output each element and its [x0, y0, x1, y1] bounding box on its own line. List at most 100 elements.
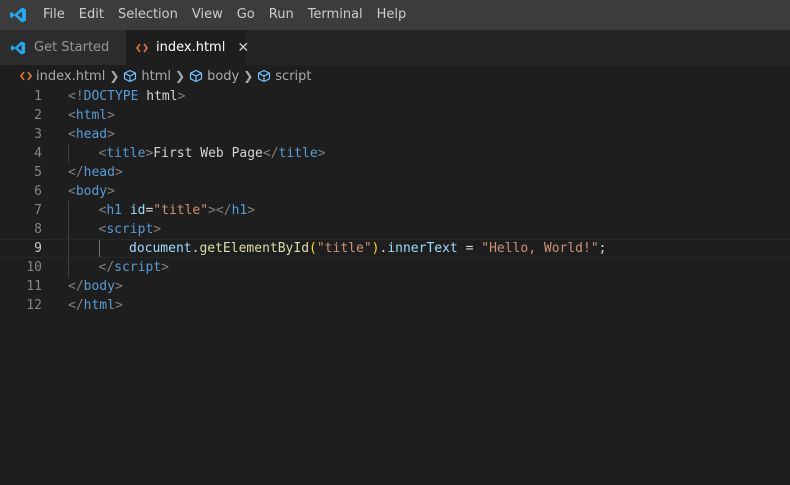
- code-token: body: [75, 184, 108, 199]
- code-text: <!DOCTYPE html>: [68, 87, 185, 106]
- code-token: <: [68, 108, 76, 123]
- element-cube-icon: [189, 69, 203, 83]
- code-token: </: [98, 260, 115, 275]
- menu-edit[interactable]: Edit: [72, 0, 111, 30]
- line-number: 4: [34, 146, 42, 161]
- menu-file[interactable]: File: [36, 0, 72, 30]
- tab-index-html[interactable]: index.html ✕: [126, 30, 249, 65]
- menu-bar: File Edit Selection View Go Run Terminal…: [0, 0, 790, 30]
- code-token: >: [247, 203, 256, 218]
- code-token: >: [177, 89, 186, 104]
- breadcrumb-label: index.html: [36, 68, 106, 84]
- menu-terminal[interactable]: Terminal: [301, 0, 370, 30]
- vscode-logo-icon: [10, 40, 26, 56]
- code-line[interactable]: 8 <script>: [0, 220, 790, 239]
- code-token: "title": [316, 241, 372, 256]
- code-text: </html>: [68, 296, 123, 315]
- code-token: html: [75, 108, 108, 123]
- tab-bar: Get Started index.html ✕: [0, 30, 790, 65]
- breadcrumb-item-script[interactable]: script: [257, 68, 312, 84]
- code-token: </: [262, 146, 279, 161]
- line-number: 6: [34, 184, 42, 199]
- code-line[interactable]: 4 <title>First Web Page</title>: [0, 144, 790, 163]
- indent-guide: [68, 144, 69, 163]
- code-token: script: [114, 260, 162, 275]
- menu-run[interactable]: Run: [262, 0, 301, 30]
- line-number: 1: [34, 89, 42, 104]
- code-token: title: [106, 146, 146, 161]
- line-number: 9: [34, 241, 42, 256]
- code-token: body: [83, 279, 115, 294]
- code-token: innerText: [387, 241, 458, 256]
- code-text: <head>: [68, 125, 115, 144]
- code-line[interactable]: 11 </body>: [0, 277, 790, 296]
- element-cube-icon: [123, 69, 137, 83]
- code-text: <script>: [99, 220, 162, 239]
- tab-get-started[interactable]: Get Started: [0, 30, 126, 65]
- code-token: >: [107, 127, 115, 142]
- code-token: h1: [106, 203, 130, 218]
- code-token: getElementById: [199, 241, 310, 256]
- line-number: 8: [34, 222, 42, 237]
- menu-selection[interactable]: Selection: [111, 0, 185, 30]
- code-token: First Web Page: [153, 146, 263, 161]
- vscode-logo-icon[interactable]: [0, 0, 36, 30]
- tab-label: Get Started: [34, 40, 110, 55]
- code-token: =: [457, 241, 482, 256]
- html-file-icon: [136, 43, 148, 53]
- code-token: h1: [231, 203, 248, 218]
- line-number: 2: [34, 108, 42, 123]
- breadcrumb-label: script: [275, 68, 312, 84]
- code-token: >: [161, 260, 169, 275]
- breadcrumb-item-file[interactable]: index.html: [20, 69, 105, 84]
- code-token: ;: [598, 241, 607, 256]
- line-number: 10: [26, 260, 42, 275]
- line-number: 12: [26, 298, 42, 313]
- code-line[interactable]: 3 <head>: [0, 125, 790, 144]
- tab-label: index.html: [156, 40, 226, 55]
- code-token: id: [129, 203, 146, 218]
- close-icon[interactable]: ✕: [237, 40, 249, 56]
- breadcrumb-item-html[interactable]: html: [123, 69, 171, 84]
- code-token: DOCTYPE: [83, 89, 147, 104]
- code-line[interactable]: 12 </html>: [0, 296, 790, 315]
- code-token: </: [68, 165, 84, 180]
- menu-view[interactable]: View: [185, 0, 230, 30]
- code-line[interactable]: 7 <h1 id="title"></h1>: [0, 201, 790, 220]
- code-line[interactable]: 6 <body>: [0, 182, 790, 201]
- code-token: >: [114, 279, 123, 294]
- code-token: >: [114, 298, 123, 313]
- line-number: 7: [34, 203, 42, 218]
- breadcrumb-item-body[interactable]: body: [189, 69, 239, 84]
- code-token: >: [317, 146, 326, 161]
- code-line[interactable]: 1 <!DOCTYPE html>: [0, 87, 790, 106]
- chevron-right-icon: ❯: [243, 69, 254, 83]
- code-token: >: [107, 108, 115, 123]
- menu-go[interactable]: Go: [230, 0, 262, 30]
- code-token: head: [75, 127, 108, 142]
- code-token: "Hello, World!": [481, 241, 599, 256]
- code-line[interactable]: 5 </head>: [0, 163, 790, 182]
- code-text: </head>: [68, 163, 123, 182]
- element-cube-icon: [257, 69, 271, 83]
- code-line[interactable]: 2 <html>: [0, 106, 790, 125]
- code-token: document: [129, 241, 192, 256]
- indent-guide: [68, 258, 69, 277]
- code-token: script: [106, 222, 154, 237]
- code-token: head: [83, 165, 115, 180]
- code-text: <title>First Web Page</title>: [99, 144, 326, 163]
- code-text: <body>: [68, 182, 115, 201]
- line-number: 3: [34, 127, 42, 142]
- code-line[interactable]: 10 </script>: [0, 258, 790, 277]
- line-number: 5: [34, 165, 42, 180]
- code-text: <html>: [68, 106, 115, 125]
- code-token: title: [278, 146, 318, 161]
- code-token: html: [146, 89, 178, 104]
- indent-guide: [68, 220, 69, 239]
- chevron-right-icon: ❯: [175, 69, 186, 83]
- breadcrumb-label: body: [207, 68, 240, 84]
- menu-help[interactable]: Help: [370, 0, 414, 30]
- indent-guide: [68, 201, 69, 220]
- code-editor[interactable]: 1 <!DOCTYPE html> 2 <html> 3 <head> 4 <title>Fi…: [0, 87, 790, 485]
- code-line[interactable]: 9 document.getElementById("title").innerT…: [0, 239, 790, 258]
